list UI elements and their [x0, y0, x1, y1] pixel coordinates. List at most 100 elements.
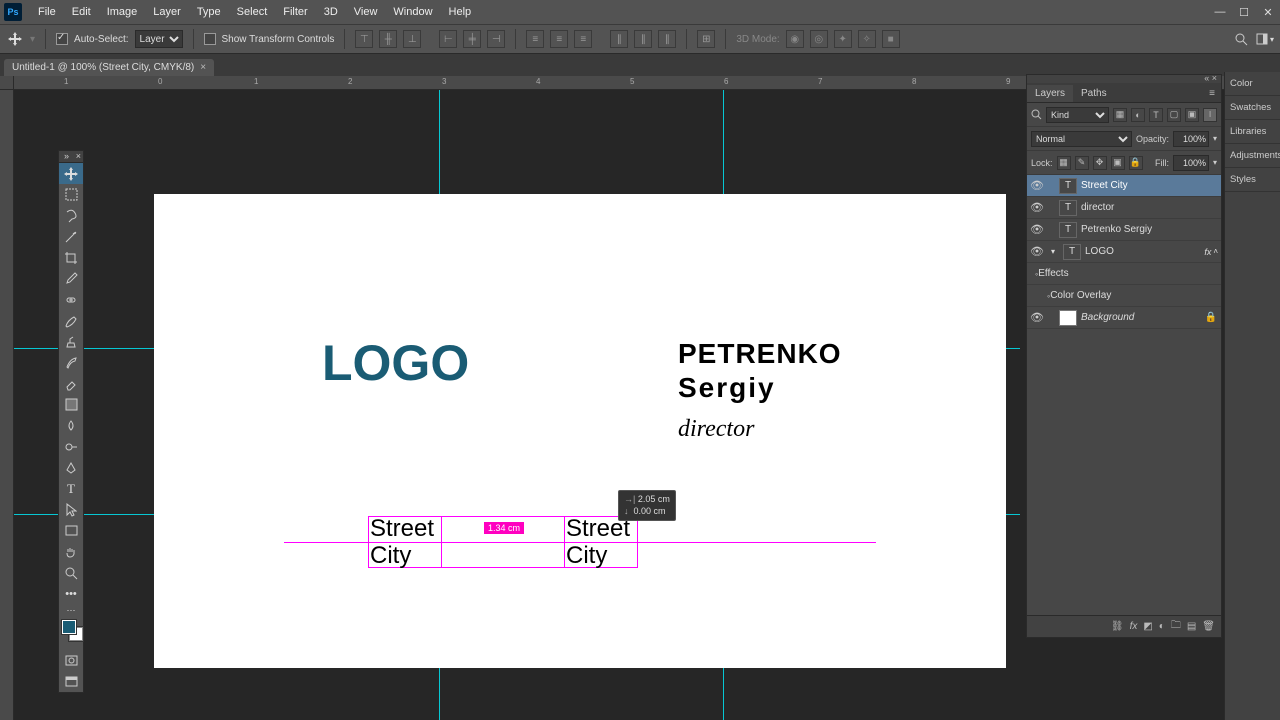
distribute-right-icon[interactable]: ∥	[658, 30, 676, 48]
layer-name[interactable]: Petrenko Sergiy	[1081, 224, 1221, 235]
color-panel-tab[interactable]: Color	[1225, 72, 1280, 96]
menu-select[interactable]: Select	[229, 0, 276, 24]
tools-panel[interactable]: »× T ••• ⋯	[58, 150, 84, 693]
filter-shape-icon[interactable]: ▢	[1167, 108, 1181, 122]
layers-tab[interactable]: Layers	[1027, 85, 1073, 102]
eyedropper-tool[interactable]	[59, 268, 83, 289]
layer-effect-row[interactable]: 👁 ◦ Color Overlay	[1027, 285, 1221, 307]
align-right-icon[interactable]: ⊣	[487, 30, 505, 48]
document-tab[interactable]: Untitled-1 @ 100% (Street City, CMYK/8) …	[4, 59, 214, 76]
align-top-icon[interactable]: ⊤	[355, 30, 373, 48]
filter-pixel-icon[interactable]: ▦	[1113, 108, 1127, 122]
libraries-panel-tab[interactable]: Libraries	[1225, 120, 1280, 144]
group-icon[interactable]: 🗀	[1171, 618, 1181, 635]
lock-artboard-icon[interactable]: ▣	[1111, 156, 1125, 170]
magic-wand-tool[interactable]	[59, 226, 83, 247]
ruler-origin[interactable]	[0, 76, 14, 90]
filter-toggle[interactable]: ⏽	[1203, 108, 1217, 122]
rectangle-tool[interactable]	[59, 520, 83, 541]
opacity-input[interactable]	[1173, 131, 1209, 147]
lock-position-icon[interactable]: ✥	[1093, 156, 1107, 170]
ruler-vertical[interactable]	[0, 90, 14, 720]
history-brush-tool[interactable]	[59, 352, 83, 373]
align-hcenter-icon[interactable]: ╪	[463, 30, 481, 48]
auto-align-icon[interactable]: ⊞	[697, 30, 715, 48]
layer-row[interactable]: 👁 T Petrenko Sergiy	[1027, 219, 1221, 241]
align-vcenter-icon[interactable]: ╫	[379, 30, 397, 48]
visibility-toggle[interactable]: 👁	[1027, 311, 1047, 324]
layer-name[interactable]: director	[1081, 202, 1221, 213]
menu-layer[interactable]: Layer	[145, 0, 189, 24]
distribute-vcenter-icon[interactable]: ≡	[550, 30, 568, 48]
distribute-hcenter-icon[interactable]: ∥	[634, 30, 652, 48]
layer-row[interactable]: 👁 T director	[1027, 197, 1221, 219]
layer-row[interactable]: 👁 Background 🔒	[1027, 307, 1221, 329]
filter-kind-dropdown[interactable]: Kind	[1046, 107, 1109, 123]
pen-tool[interactable]	[59, 457, 83, 478]
new-layer-icon[interactable]: ▤	[1187, 621, 1196, 632]
edit-toolbar[interactable]: ⋯	[59, 604, 83, 616]
brush-tool[interactable]	[59, 310, 83, 331]
layer-name[interactable]: Background	[1081, 312, 1205, 323]
crop-tool[interactable]	[59, 247, 83, 268]
canvas-stage[interactable]: LOGO PETRENKO Sergiy director Street Cit…	[14, 90, 1020, 720]
layer-row[interactable]: 👁 T Street City	[1027, 175, 1221, 197]
blur-tool[interactable]	[59, 415, 83, 436]
menu-edit[interactable]: Edit	[64, 0, 99, 24]
layer-style-icon[interactable]: fx	[1130, 621, 1138, 632]
fx-badge[interactable]: fx	[1204, 247, 1211, 257]
lock-all-icon[interactable]: 🔒	[1129, 156, 1143, 170]
menu-view[interactable]: View	[346, 0, 386, 24]
marquee-tool[interactable]	[59, 184, 83, 205]
color-swatches[interactable]	[60, 618, 82, 648]
filter-adjust-icon[interactable]: ◐	[1131, 108, 1145, 122]
filter-smart-icon[interactable]: ▣	[1185, 108, 1199, 122]
visibility-toggle[interactable]: 👁	[1027, 201, 1047, 214]
auto-select-checkbox[interactable]	[56, 33, 68, 45]
delete-layer-icon[interactable]: 🗑	[1202, 621, 1215, 632]
dodge-tool[interactable]	[59, 436, 83, 457]
adjustments-panel-tab[interactable]: Adjustments	[1225, 144, 1280, 168]
menu-type[interactable]: Type	[189, 0, 229, 24]
paths-tab[interactable]: Paths	[1073, 85, 1115, 102]
menu-window[interactable]: Window	[385, 0, 440, 24]
layer-row[interactable]: 👁 ▾ T LOGO fx ˄	[1027, 241, 1221, 263]
show-transform-checkbox[interactable]	[204, 33, 216, 45]
distribute-top-icon[interactable]: ≡	[526, 30, 544, 48]
foreground-color[interactable]	[62, 620, 76, 634]
layer-mask-icon[interactable]: ◩	[1143, 621, 1152, 632]
link-layers-icon[interactable]: ⛓	[1111, 621, 1124, 632]
styles-panel-tab[interactable]: Styles	[1225, 168, 1280, 192]
minimize-button[interactable]: —	[1208, 0, 1232, 24]
visibility-toggle[interactable]: 👁	[1027, 223, 1047, 236]
menu-help[interactable]: Help	[441, 0, 480, 24]
fill-input[interactable]	[1173, 155, 1209, 171]
blend-mode-dropdown[interactable]: Normal	[1031, 131, 1132, 147]
visibility-toggle[interactable]: 👁	[1027, 245, 1047, 258]
distribute-bottom-icon[interactable]: ≡	[574, 30, 592, 48]
clone-stamp-tool[interactable]	[59, 331, 83, 352]
menu-3d[interactable]: 3D	[316, 0, 346, 24]
filter-type-icon[interactable]: T	[1149, 108, 1163, 122]
screen-mode-toggle[interactable]	[59, 671, 83, 692]
quick-mask-toggle[interactable]	[59, 650, 83, 671]
layer-name[interactable]: LOGO	[1085, 246, 1204, 257]
more-tools[interactable]: •••	[59, 583, 83, 604]
align-left-icon[interactable]: ⊢	[439, 30, 457, 48]
align-bottom-icon[interactable]: ⊥	[403, 30, 421, 48]
menu-filter[interactable]: Filter	[275, 0, 315, 24]
layer-name[interactable]: Street City	[1081, 180, 1221, 191]
effects-toggle[interactable]: ▾	[1047, 247, 1059, 256]
document-close-icon[interactable]: ×	[200, 62, 206, 73]
menu-file[interactable]: File	[30, 0, 64, 24]
search-icon[interactable]	[1234, 32, 1248, 46]
type-tool[interactable]: T	[59, 478, 83, 499]
menu-image[interactable]: Image	[99, 0, 146, 24]
lasso-tool[interactable]	[59, 205, 83, 226]
visibility-toggle[interactable]: 👁	[1027, 179, 1047, 192]
distribute-left-icon[interactable]: ∥	[610, 30, 628, 48]
tools-panel-header[interactable]: »×	[59, 151, 83, 163]
lock-pixels-icon[interactable]: ✎	[1075, 156, 1089, 170]
panel-menu-icon[interactable]: ≡	[1203, 85, 1221, 102]
path-selection-tool[interactable]	[59, 499, 83, 520]
